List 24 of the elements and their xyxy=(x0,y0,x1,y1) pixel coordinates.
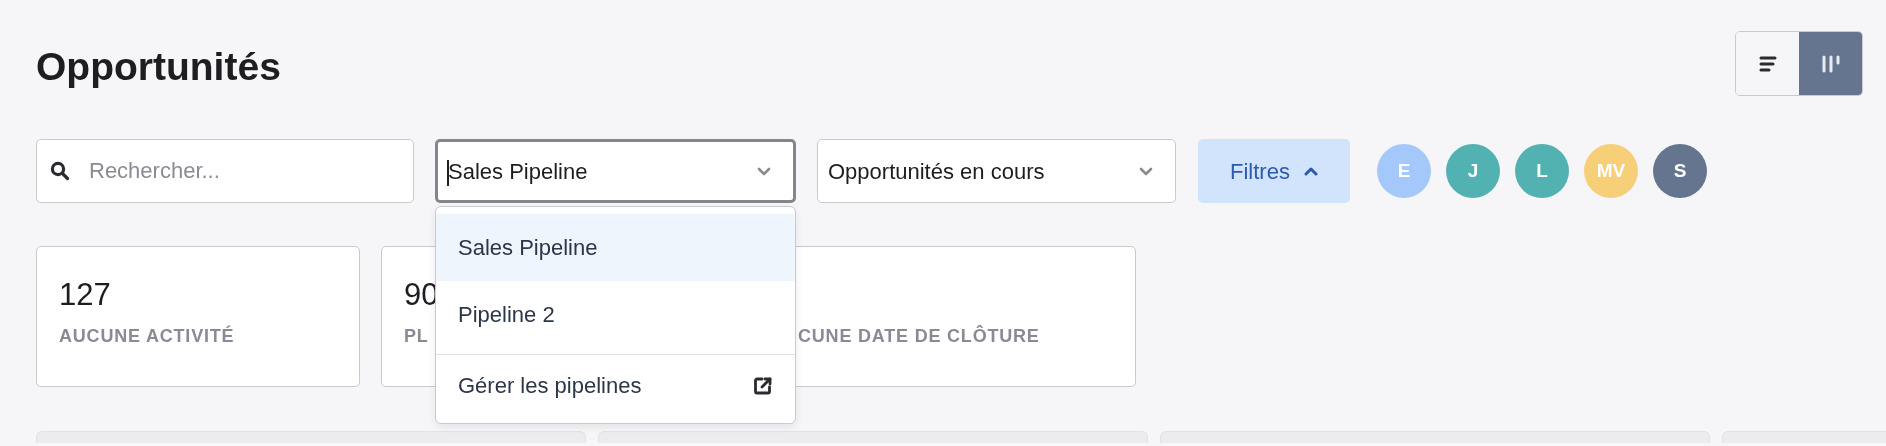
stat-label: CUNE DATE DE CLÔTURE xyxy=(797,324,1040,348)
search-field[interactable]: Rechercher... xyxy=(36,139,414,203)
avatar[interactable]: J xyxy=(1446,144,1500,198)
avatar[interactable]: S xyxy=(1653,144,1707,198)
chevron-down-icon xyxy=(1139,166,1153,176)
menu-item[interactable]: Pipeline 2 xyxy=(436,281,795,348)
stat-value: 127 xyxy=(59,279,112,313)
avatar[interactable]: L xyxy=(1515,144,1569,198)
menu-item[interactable]: Sales Pipeline xyxy=(436,214,795,281)
status-select[interactable]: Opportunités en cours xyxy=(817,139,1176,203)
page-title: Opportunités xyxy=(36,47,281,86)
board-view-button[interactable] xyxy=(1799,32,1862,95)
board-icon xyxy=(1820,53,1841,74)
menu-link[interactable]: Gérer les pipelines xyxy=(436,354,795,416)
chevron-up-icon xyxy=(1303,166,1318,176)
stat-label: PL xyxy=(404,325,429,348)
external-link-icon xyxy=(753,375,773,396)
search-icon xyxy=(50,161,70,181)
stat-label: AUCUNE ACTIVITÉ xyxy=(59,324,235,348)
filters-button[interactable]: Filtres xyxy=(1198,139,1350,203)
chevron-down-icon xyxy=(757,166,771,176)
text-cursor xyxy=(447,159,449,186)
pipeline-select[interactable]: Sales Pipeline xyxy=(435,139,796,203)
list-icon xyxy=(1757,54,1778,73)
